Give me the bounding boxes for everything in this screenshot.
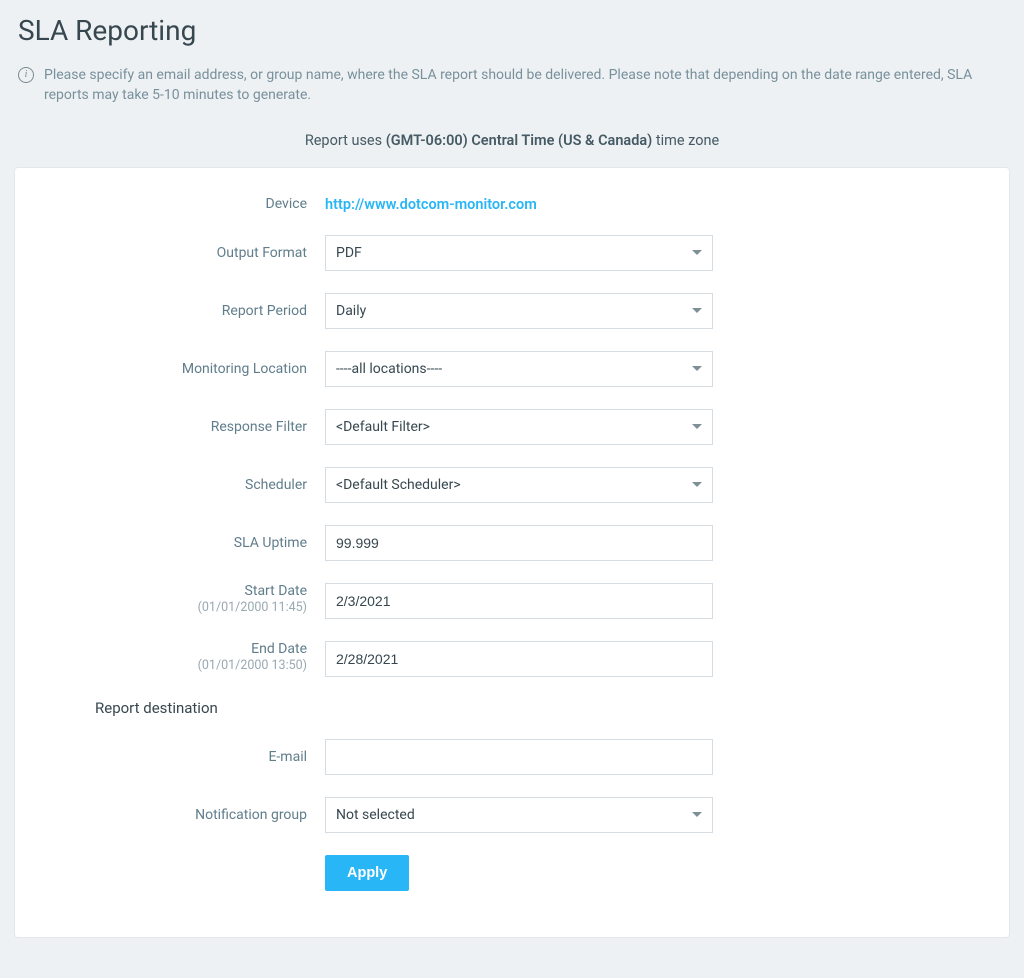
select-response-filter[interactable]: <Default Filter> xyxy=(325,409,713,445)
label-end-date-col: End Date (01/01/2000 13:50) xyxy=(55,641,325,673)
select-notification-group-value: Not selected xyxy=(336,807,415,823)
select-monitoring-location[interactable]: ----all locations---- xyxy=(325,351,713,387)
chevron-down-icon xyxy=(692,812,702,817)
device-link[interactable]: http://www.dotcom-monitor.com xyxy=(325,196,537,213)
select-response-filter-value: <Default Filter> xyxy=(336,419,430,435)
row-output-format: Output Format PDF xyxy=(55,235,969,271)
row-device: Device http://www.dotcom-monitor.com xyxy=(55,196,969,213)
row-end-date: End Date (01/01/2000 13:50) xyxy=(55,641,969,677)
select-monitoring-location-value: ----all locations---- xyxy=(336,361,442,377)
info-banner: i Please specify an email address, or gr… xyxy=(14,65,1010,106)
row-monitoring-location: Monitoring Location ----all locations---… xyxy=(55,351,969,387)
chevron-down-icon xyxy=(692,366,702,371)
select-report-period-value: Daily xyxy=(336,303,366,319)
input-email[interactable] xyxy=(325,739,713,775)
info-text: Please specify an email address, or grou… xyxy=(44,65,1006,106)
apply-button[interactable]: Apply xyxy=(325,855,409,891)
row-scheduler: Scheduler <Default Scheduler> xyxy=(55,467,969,503)
label-start-date-col: Start Date (01/01/2000 11:45) xyxy=(55,583,325,615)
chevron-down-icon xyxy=(692,482,702,487)
timezone-note: Report uses (GMT-06:00) Central Time (US… xyxy=(14,132,1010,149)
select-output-format[interactable]: PDF xyxy=(325,235,713,271)
label-end-date: End Date xyxy=(251,641,307,657)
input-start-date[interactable] xyxy=(325,583,713,619)
chevron-down-icon xyxy=(692,250,702,255)
row-notification-group: Notification group Not selected xyxy=(55,797,969,833)
label-notification-group: Notification group xyxy=(55,807,325,823)
label-start-date: Start Date xyxy=(245,583,307,599)
label-monitoring-location: Monitoring Location xyxy=(55,361,325,377)
timezone-prefix: Report uses xyxy=(305,132,386,149)
row-apply: Apply xyxy=(55,855,969,891)
row-email: E-mail xyxy=(55,739,969,775)
label-response-filter: Response Filter xyxy=(55,419,325,435)
select-notification-group[interactable]: Not selected xyxy=(325,797,713,833)
page-title: SLA Reporting xyxy=(14,14,1010,47)
select-output-format-value: PDF xyxy=(336,245,362,261)
label-device: Device xyxy=(55,196,325,212)
select-scheduler[interactable]: <Default Scheduler> xyxy=(325,467,713,503)
hint-end-date: (01/01/2000 13:50) xyxy=(55,658,307,673)
section-report-destination: Report destination xyxy=(95,699,969,717)
chevron-down-icon xyxy=(692,308,702,313)
row-start-date: Start Date (01/01/2000 11:45) xyxy=(55,583,969,619)
chevron-down-icon xyxy=(692,424,702,429)
label-email: E-mail xyxy=(55,749,325,765)
input-end-date[interactable] xyxy=(325,641,713,677)
select-scheduler-value: <Default Scheduler> xyxy=(336,477,461,493)
label-sla-uptime: SLA Uptime xyxy=(55,535,325,551)
label-report-period: Report Period xyxy=(55,303,325,319)
hint-start-date: (01/01/2000 11:45) xyxy=(55,600,307,615)
form-card: Device http://www.dotcom-monitor.com Out… xyxy=(14,167,1010,938)
row-response-filter: Response Filter <Default Filter> xyxy=(55,409,969,445)
label-output-format: Output Format xyxy=(55,245,325,261)
timezone-suffix: time zone xyxy=(652,132,719,149)
row-sla-uptime: SLA Uptime xyxy=(55,525,969,561)
row-report-period: Report Period Daily xyxy=(55,293,969,329)
info-icon: i xyxy=(18,67,34,83)
select-report-period[interactable]: Daily xyxy=(325,293,713,329)
label-scheduler: Scheduler xyxy=(55,477,325,493)
input-sla-uptime[interactable] xyxy=(325,525,713,561)
timezone-value: (GMT-06:00) Central Time (US & Canada) xyxy=(386,132,653,149)
